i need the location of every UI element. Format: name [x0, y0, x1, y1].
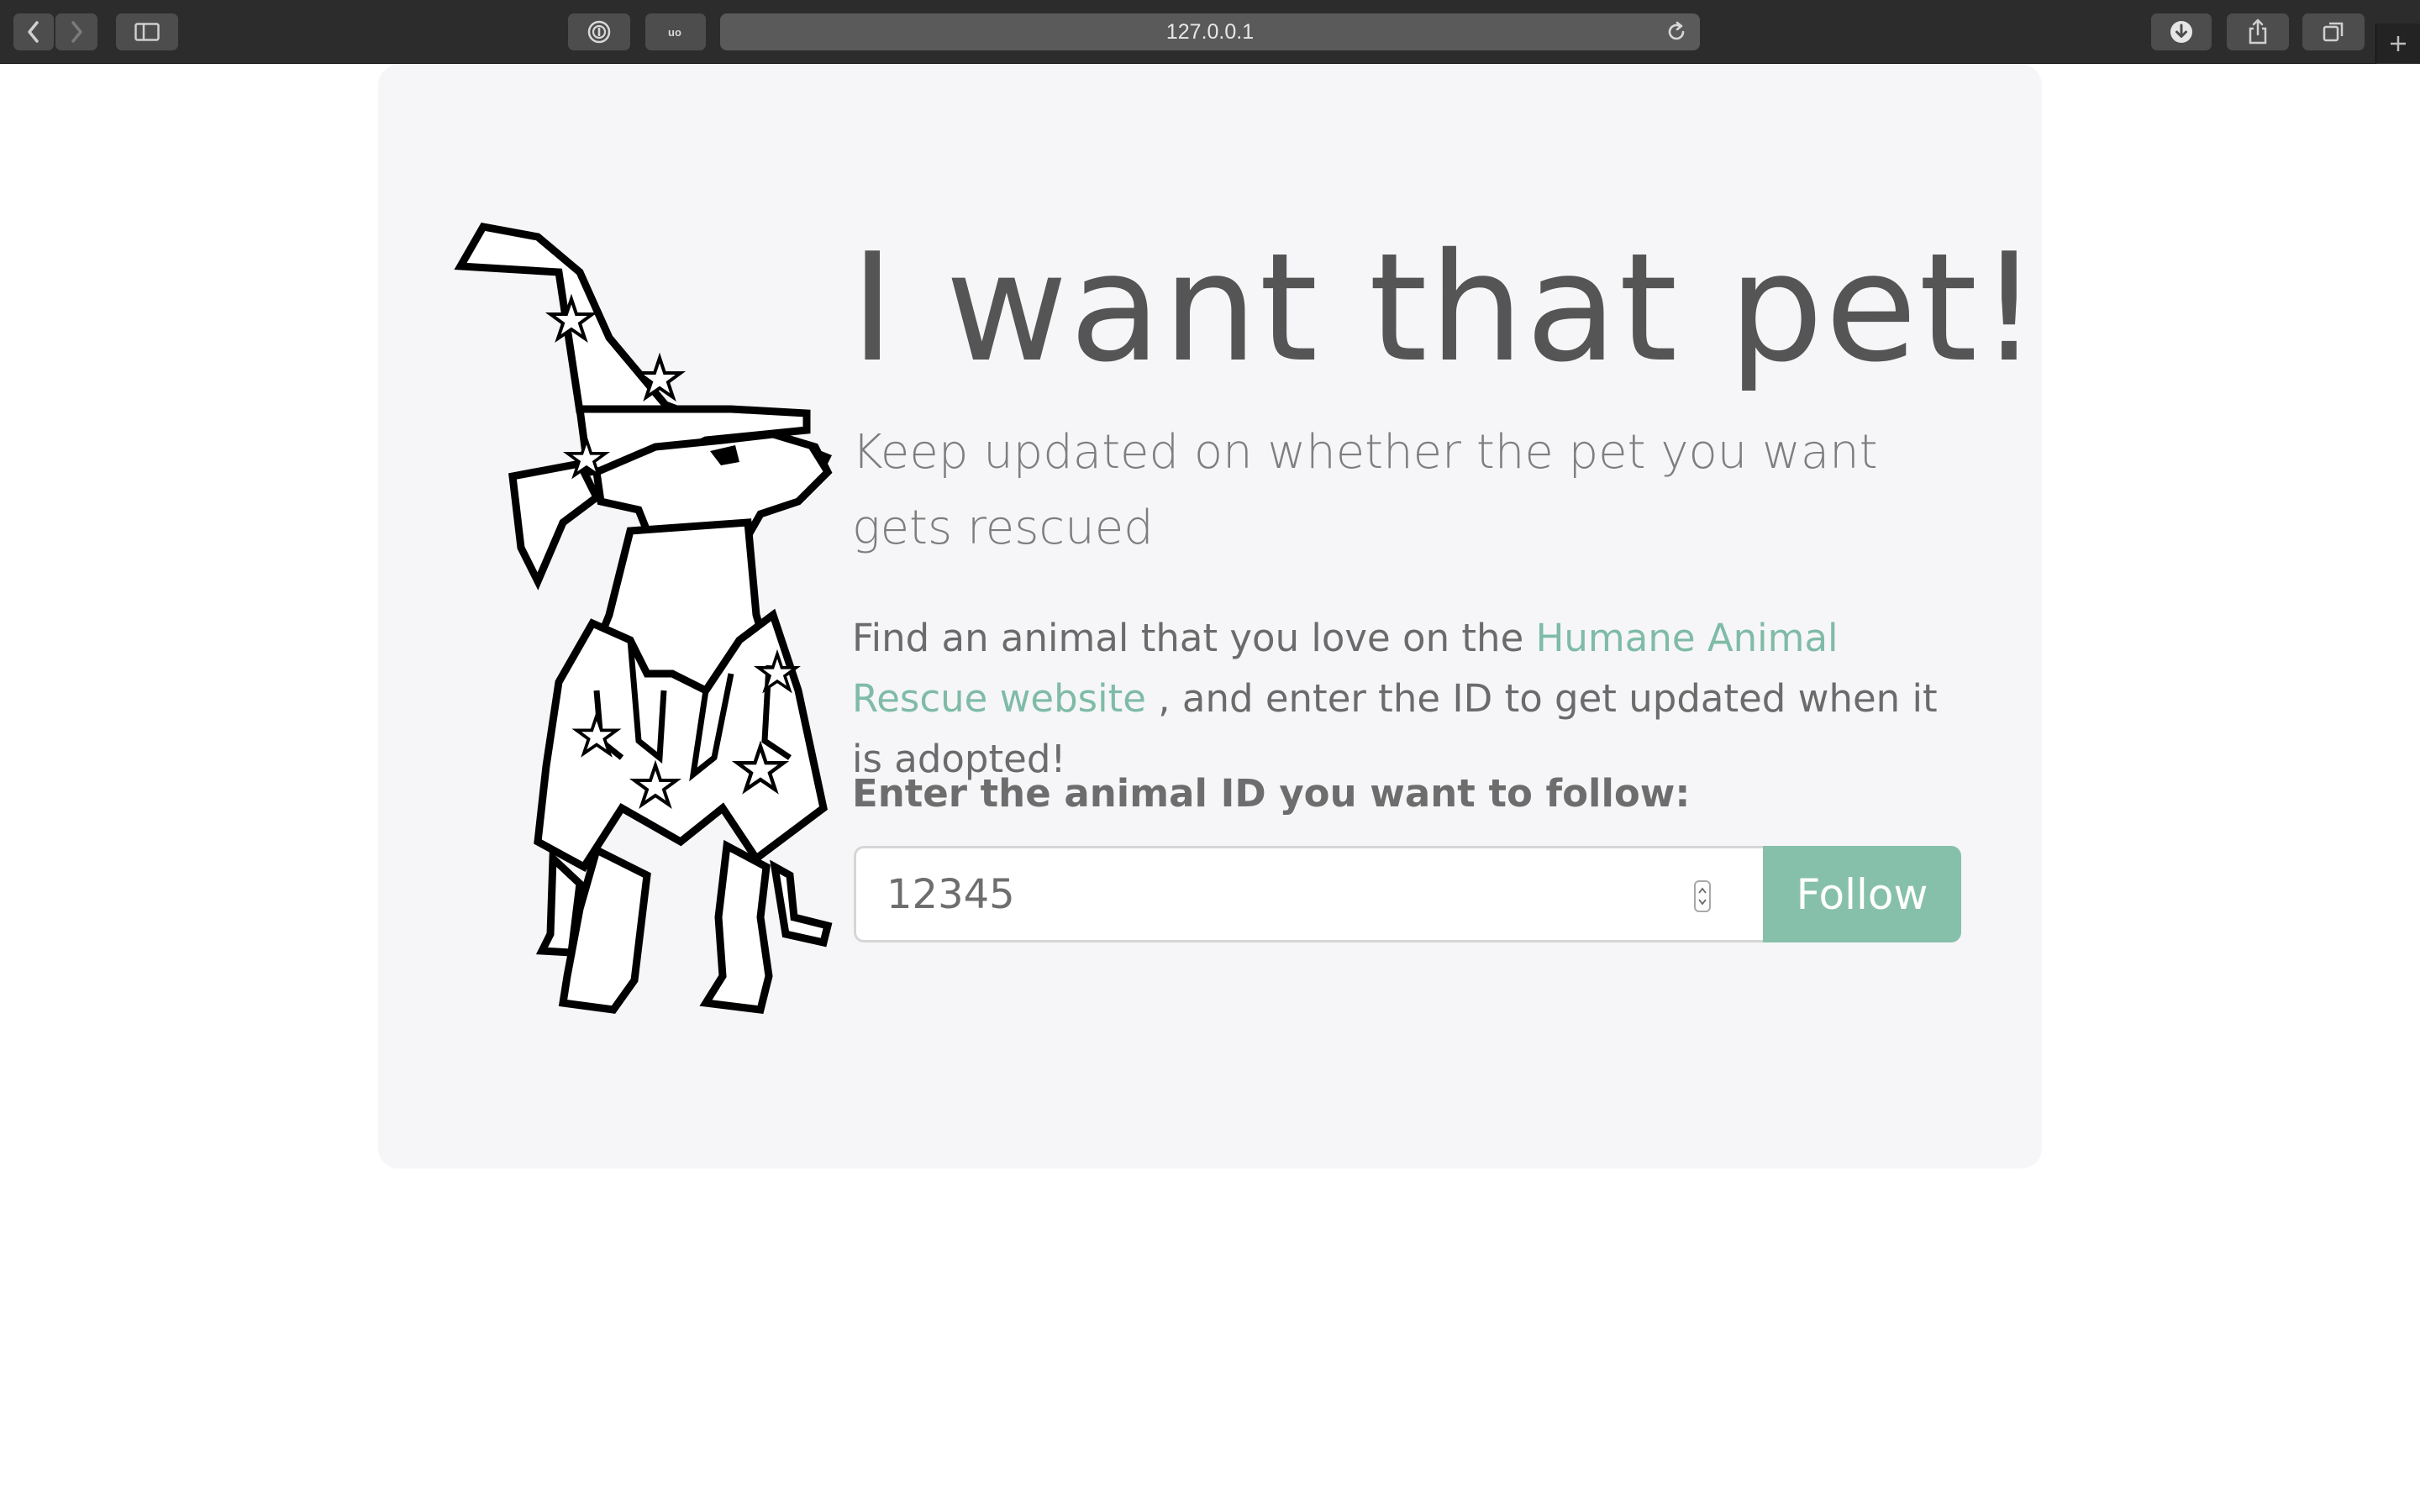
chevron-left-icon — [28, 21, 39, 43]
downloads-button[interactable] — [2151, 13, 2212, 50]
password-icon — [587, 20, 611, 44]
sidebar-icon — [134, 23, 160, 41]
animal-id-input[interactable]: 12345 — [854, 846, 1763, 942]
browser-toolbar: uo 127.0.0.1 — [0, 0, 2420, 64]
wizard-dog-illustration — [454, 222, 833, 1014]
back-button[interactable] — [13, 13, 54, 50]
new-tab-button[interactable] — [2375, 24, 2420, 64]
share-icon — [2249, 18, 2267, 45]
plus-icon — [2391, 36, 2406, 51]
extension-icon: uo — [668, 26, 681, 39]
page-title: I want that pet! — [850, 221, 2041, 395]
description-text: Find an animal that you love on the Huma… — [852, 608, 1944, 790]
address-bar[interactable]: 127.0.0.1 — [720, 13, 1700, 50]
animal-id-value: 12345 — [886, 870, 1015, 918]
stepper-arrows-icon — [1698, 887, 1707, 906]
svg-text:uo: uo — [668, 26, 681, 39]
download-icon — [2170, 21, 2192, 43]
share-button[interactable] — [2227, 13, 2289, 50]
forward-button[interactable] — [55, 13, 97, 50]
tab-overview-icon — [2323, 22, 2344, 42]
lead-text: Keep updated on whether the pet you want… — [852, 425, 1878, 555]
url-text: 127.0.0.1 — [1165, 19, 1255, 44]
description-prefix: Find an animal that you love on the — [852, 616, 1536, 660]
sidebar-button[interactable] — [116, 13, 178, 50]
extension-button[interactable]: uo — [645, 13, 706, 50]
follow-form: 12345 Follow — [854, 846, 1961, 942]
tab-overview-button[interactable] — [2302, 13, 2365, 50]
animal-id-label: Enter the animal ID you want to follow: — [852, 771, 1691, 816]
chevron-right-icon — [71, 21, 82, 43]
reload-icon[interactable] — [1665, 20, 1688, 44]
password-button[interactable] — [568, 13, 630, 50]
follow-button[interactable]: Follow — [1763, 846, 1961, 942]
number-stepper[interactable] — [1694, 880, 1711, 912]
